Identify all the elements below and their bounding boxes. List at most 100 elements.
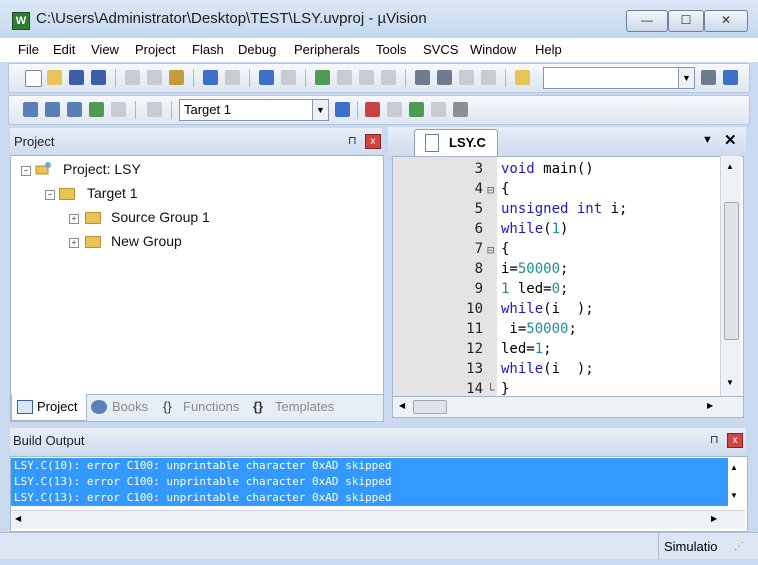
find-icon[interactable]	[701, 70, 716, 85]
code-line[interactable]: {	[501, 241, 509, 257]
code-line[interactable]: while(i );	[501, 301, 594, 317]
target-options-icon[interactable]	[335, 102, 350, 117]
scroll-right-icon[interactable]: ▶	[711, 514, 717, 523]
menu-file[interactable]: File	[18, 42, 39, 57]
select-packs-icon[interactable]	[409, 102, 424, 117]
minimize-button[interactable]: —	[626, 10, 668, 32]
tree-project-root[interactable]: Project: LSY	[63, 161, 141, 177]
clear-bookmarks-icon[interactable]	[381, 70, 396, 85]
tab-templates[interactable]: Templates	[275, 399, 334, 414]
collapse-icon[interactable]: −	[21, 166, 31, 176]
code-line[interactable]: {	[501, 181, 509, 197]
bookmark-icon[interactable]	[315, 70, 330, 85]
tree-group-new[interactable]: New Group	[111, 233, 182, 249]
find-combo[interactable]: ▼	[543, 67, 695, 89]
scroll-left-icon[interactable]: ◀	[399, 401, 405, 410]
stop-build-icon[interactable]	[111, 102, 126, 117]
tab-functions[interactable]: Functions	[183, 399, 239, 414]
chevron-down-icon[interactable]: ▼	[312, 100, 328, 120]
scroll-thumb[interactable]	[724, 202, 739, 340]
menu-svcs[interactable]: SVCS	[423, 42, 458, 57]
menu-flash[interactable]: Flash	[192, 42, 224, 57]
menu-tools[interactable]: Tools	[376, 42, 406, 57]
close-button[interactable]: ✕	[704, 10, 748, 32]
copy-icon[interactable]	[147, 70, 162, 85]
tab-project[interactable]: Project	[11, 394, 87, 421]
navigate-forward-icon[interactable]	[281, 70, 296, 85]
menu-help[interactable]: Help	[535, 42, 562, 57]
prev-bookmark-icon[interactable]	[337, 70, 352, 85]
build-message[interactable]: LSY.C(13): error C100: unprintable chara…	[11, 474, 728, 490]
scroll-up-icon[interactable]: ▲	[726, 162, 734, 171]
code-line[interactable]: led=1;	[501, 341, 552, 357]
open-folder-icon[interactable]	[47, 70, 62, 85]
close-icon[interactable]: x	[727, 433, 743, 448]
close-icon[interactable]: x	[365, 134, 381, 149]
code-line[interactable]: void main()	[501, 161, 594, 177]
paste-icon[interactable]	[169, 70, 184, 85]
pin-icon[interactable]: ⊓	[348, 134, 357, 147]
maximize-button[interactable]: ☐	[668, 10, 704, 32]
new-file-icon[interactable]	[25, 70, 42, 87]
target-select[interactable]: Target 1 ▼	[179, 99, 329, 121]
fold-marker-icon[interactable]: ⊟	[487, 243, 494, 257]
find-in-files-icon[interactable]	[515, 70, 530, 85]
collapse-icon[interactable]: −	[45, 190, 55, 200]
uncomment-icon[interactable]	[481, 70, 496, 85]
translate-icon[interactable]	[23, 102, 38, 117]
scroll-up-icon[interactable]: ▲	[730, 463, 738, 472]
build-message[interactable]: LSY.C(13): error C100: unprintable chara…	[11, 490, 728, 506]
vertical-scrollbar[interactable]: ▲ ▼	[720, 156, 741, 396]
chevron-down-icon[interactable]: ▼	[678, 68, 694, 88]
batch-build-icon[interactable]	[89, 102, 104, 117]
expand-icon[interactable]: +	[69, 214, 79, 224]
menu-view[interactable]: View	[91, 42, 119, 57]
code-line[interactable]: while(i );	[501, 361, 594, 377]
save-all-icon[interactable]	[91, 70, 106, 85]
code-line[interactable]: 1 led=0;	[501, 281, 568, 297]
build-hscrollbar[interactable]: ◀ ▶	[11, 510, 745, 529]
expand-icon[interactable]: +	[69, 238, 79, 248]
redo-icon[interactable]	[225, 70, 240, 85]
close-editor-icon[interactable]: ✕	[724, 131, 737, 149]
menu-peripherals[interactable]: Peripherals	[294, 42, 360, 57]
tree-group-source[interactable]: Source Group 1	[111, 209, 210, 225]
next-bookmark-icon[interactable]	[359, 70, 374, 85]
pack-installer-icon[interactable]	[431, 102, 446, 117]
menu-edit[interactable]: Edit	[53, 42, 75, 57]
menu-window[interactable]: Window	[470, 42, 516, 57]
tree-target[interactable]: Target 1	[87, 185, 138, 201]
menu-debug[interactable]: Debug	[238, 42, 276, 57]
unindent-icon[interactable]	[437, 70, 452, 85]
code-line[interactable]: while(1)	[501, 221, 568, 237]
cut-icon[interactable]	[125, 70, 140, 85]
comment-icon[interactable]	[459, 70, 474, 85]
rebuild-icon[interactable]	[67, 102, 82, 117]
software-packs-icon[interactable]	[453, 102, 468, 117]
tab-books[interactable]: Books	[112, 399, 148, 414]
code-line[interactable]: i=50000;	[501, 261, 568, 277]
tab-list-dropdown[interactable]: ▼	[702, 134, 713, 146]
build-message[interactable]: LSY.C(10): error C100: unprintable chara…	[11, 458, 728, 474]
navigate-back-icon[interactable]	[259, 70, 274, 85]
file-tab-lsy[interactable]: LSY.C	[414, 129, 498, 157]
horizontal-scrollbar[interactable]: ◀ ▶	[392, 396, 744, 418]
build-icon[interactable]	[45, 102, 60, 117]
settings-icon[interactable]	[723, 70, 738, 85]
scroll-down-icon[interactable]: ▼	[730, 491, 738, 500]
menu-project[interactable]: Project	[135, 42, 175, 57]
code-editor[interactable]: 3 void main() 4 ⊟ {5 unsigned int i; 6 while(1)…	[392, 156, 744, 398]
code-line[interactable]: }	[501, 381, 509, 397]
scroll-left-icon[interactable]: ◀	[15, 514, 21, 523]
manage-components-icon[interactable]	[365, 102, 380, 117]
undo-icon[interactable]	[203, 70, 218, 85]
scroll-down-icon[interactable]: ▼	[726, 378, 734, 387]
save-icon[interactable]	[69, 70, 84, 85]
manage-project-items-icon[interactable]	[387, 102, 402, 117]
hscroll-thumb[interactable]	[413, 400, 447, 414]
resize-grip-icon[interactable]: ⋰	[734, 541, 744, 552]
indent-icon[interactable]	[415, 70, 430, 85]
fold-marker-icon[interactable]: ⊟	[487, 183, 494, 197]
fold-marker-icon[interactable]: └	[487, 383, 494, 397]
pin-icon[interactable]: ⊓	[710, 433, 719, 446]
